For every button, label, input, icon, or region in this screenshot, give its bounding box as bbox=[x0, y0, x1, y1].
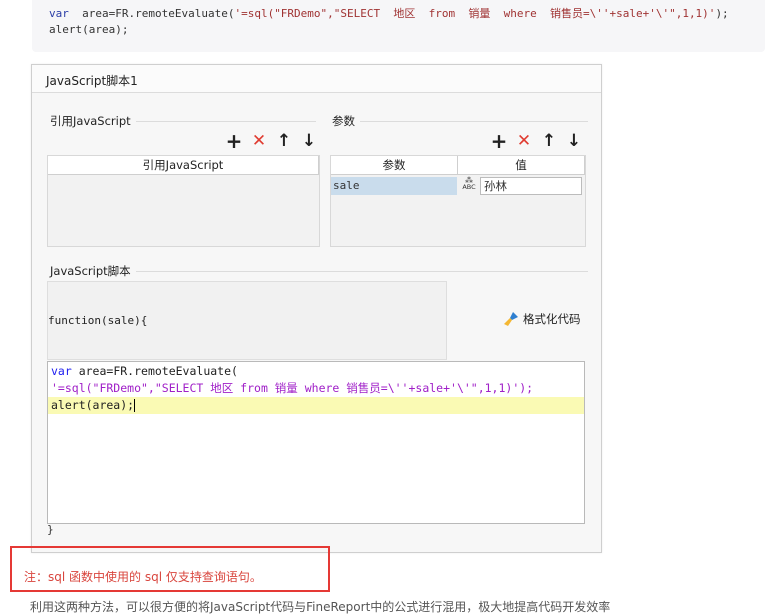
editor-line: '=sql("FRDemo","SELECT 地区 from 销量 where … bbox=[51, 381, 534, 395]
arrow-down-icon[interactable]: ↓ bbox=[565, 132, 583, 150]
note-text: 注：sql 函数中使用的 sql 仅支持查询语句。 bbox=[24, 570, 262, 584]
format-code-button[interactable]: 格式化代码 bbox=[503, 311, 581, 327]
plus-icon[interactable]: + bbox=[490, 131, 508, 151]
script-editor[interactable]: var area=FR.remoteEvaluate( '=sql("FRDem… bbox=[47, 361, 585, 524]
param-name-column-header[interactable]: 参数 bbox=[331, 156, 458, 175]
param-value-cell[interactable]: 孙林 bbox=[480, 177, 582, 195]
script-section-label: JavaScript脚本 bbox=[50, 264, 131, 278]
params-table: 参数 值 sale ⁂ ABC 孙林 bbox=[330, 155, 586, 247]
param-name-cell[interactable]: sale bbox=[331, 177, 457, 195]
text-type-icon[interactable]: ⁂ ABC bbox=[458, 177, 480, 195]
javascript-dialog: JavaScript脚本1 引用JavaScript + ✕ ↑ ↓ 引用Jav… bbox=[31, 64, 602, 553]
editor-line: var area=FR.remoteEvaluate( bbox=[51, 364, 238, 378]
text-caret bbox=[134, 399, 136, 412]
delete-icon[interactable]: ✕ bbox=[515, 132, 533, 150]
plus-icon[interactable]: + bbox=[225, 131, 243, 151]
param-value-column-header[interactable]: 值 bbox=[458, 156, 585, 175]
editor-line-active: alert(area); bbox=[48, 397, 584, 414]
dialog-title: JavaScript脚本1 bbox=[32, 65, 601, 93]
section-divider bbox=[360, 121, 588, 122]
arrow-down-icon[interactable]: ↓ bbox=[300, 132, 318, 150]
ref-js-toolbar: + ✕ ↑ ↓ bbox=[225, 131, 318, 151]
function-signature: function(sale){ bbox=[48, 314, 148, 327]
ref-js-list[interactable]: 引用JavaScript bbox=[47, 155, 320, 247]
closing-brace: } bbox=[47, 523, 54, 536]
delete-icon[interactable]: ✕ bbox=[250, 132, 268, 150]
section-divider bbox=[136, 271, 588, 272]
code-snippet: var area=FR.remoteEvaluate('=sql("FRDemo… bbox=[32, 0, 765, 52]
section-divider bbox=[136, 121, 316, 122]
params-toolbar: + ✕ ↑ ↓ bbox=[490, 131, 583, 151]
arrow-up-icon[interactable]: ↑ bbox=[275, 132, 293, 150]
brush-icon bbox=[503, 311, 519, 327]
arrow-up-icon[interactable]: ↑ bbox=[540, 132, 558, 150]
ref-js-section-label: 引用JavaScript bbox=[50, 114, 131, 128]
params-section-label: 参数 bbox=[332, 114, 355, 128]
body-text: 利用这两种方法，可以很方便的将JavaScript代码与FineReport中的… bbox=[30, 600, 611, 614]
ref-js-column-header[interactable]: 引用JavaScript bbox=[48, 156, 319, 175]
